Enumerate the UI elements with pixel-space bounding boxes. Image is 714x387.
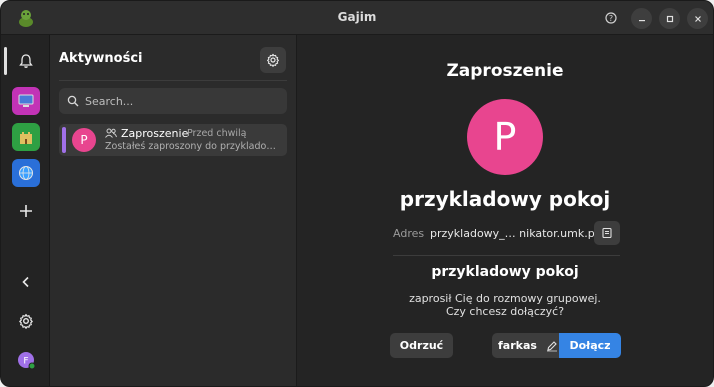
workspace-globe-button[interactable] <box>12 159 40 187</box>
activity-feed-button[interactable] <box>12 47 40 75</box>
workspace-castle-button[interactable] <box>12 123 40 151</box>
chevron-left-icon <box>22 276 29 288</box>
page-title: Zaproszenie <box>446 61 564 81</box>
unread-indicator <box>62 127 66 153</box>
nickname-value: farkas <box>498 339 537 352</box>
add-workspace-button[interactable] <box>12 197 40 225</box>
nickname-field[interactable]: farkas <box>492 333 559 358</box>
address-value[interactable]: przykladowy_… nikator.umk.pl <box>430 227 598 240</box>
close-button[interactable] <box>687 8 708 29</box>
activity-time: Przed chwilą <box>187 128 247 139</box>
address-label: Adres <box>393 227 425 240</box>
search-icon <box>67 95 79 107</box>
minimize-icon <box>638 19 645 21</box>
activity-subtitle: Zostałeś zaproszony do przykladowy pokoj <box>105 141 283 152</box>
avatar: P <box>72 128 96 152</box>
decline-button[interactable]: Odrzuć <box>390 333 453 358</box>
search-input[interactable] <box>85 94 275 108</box>
activity-title: Zaproszenie <box>121 127 189 140</box>
gear-icon <box>267 53 279 67</box>
workspace-castle-icon <box>20 132 32 144</box>
plus-icon <box>20 205 32 217</box>
help-button[interactable]: ? <box>601 8 621 28</box>
maximize-button[interactable] <box>659 8 680 29</box>
maximize-icon <box>666 15 673 22</box>
svg-text:?: ? <box>609 14 613 23</box>
divider <box>393 255 620 256</box>
selected-indicator <box>4 47 7 75</box>
app-window: Gajim ? F Aktywności Search... P Zaprosz… <box>0 0 714 387</box>
svg-text:F: F <box>23 357 28 367</box>
help-circle-icon: ? <box>605 12 617 24</box>
preferences-button[interactable] <box>12 307 40 335</box>
invitation-view: Zaproszenie P przykladowy pokoj Adres pr… <box>297 35 713 386</box>
account-button[interactable]: F <box>12 346 40 374</box>
collapse-sidebar-button[interactable] <box>12 268 40 296</box>
invitation-message: zaprosił Cię do rozmowy grupowej. <box>409 292 601 305</box>
inviter-room-name: przykladowy pokoj <box>431 264 579 280</box>
activities-settings-button[interactable] <box>260 47 286 73</box>
panel-title: Aktywności <box>59 51 143 66</box>
list-item[interactable]: P Zaproszenie Przed chwilą Zostałeś zapr… <box>59 124 287 156</box>
invitation-question: Czy chcesz dołączyć? <box>445 305 565 318</box>
activities-panel: Aktywności P Zaproszenie <box>50 35 297 386</box>
room-avatar: P <box>467 99 543 175</box>
room-name: przykladowy pokoj <box>399 187 611 211</box>
edit-pencil-icon <box>546 340 557 351</box>
bell-icon <box>19 54 33 68</box>
close-icon <box>694 15 701 22</box>
title-bar: Gajim ? <box>1 1 713 35</box>
minimize-button[interactable] <box>631 8 652 29</box>
divider <box>59 80 287 81</box>
join-button[interactable]: Dołącz <box>559 333 621 358</box>
copy-address-button[interactable] <box>594 221 620 245</box>
workspace-globe-icon <box>19 166 33 180</box>
gear-icon <box>19 313 33 329</box>
copy-icon <box>602 227 612 239</box>
group-chat-icon <box>105 128 117 138</box>
account-avatar: F <box>18 352 36 370</box>
workspace-monitor-icon <box>18 94 34 107</box>
workspace-rail: F <box>1 35 50 386</box>
join-controls: farkas Dołącz <box>492 333 621 358</box>
search-box[interactable] <box>59 88 287 114</box>
workspace-monitor-button[interactable] <box>12 87 40 115</box>
